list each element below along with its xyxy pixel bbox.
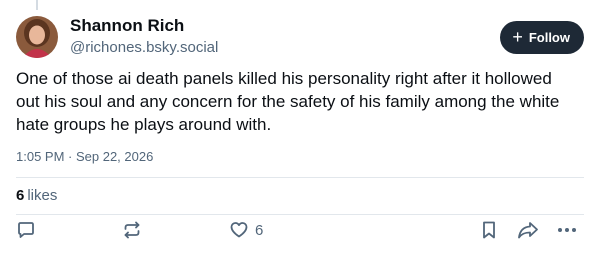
- like-count: 6: [255, 221, 264, 239]
- post-timestamp[interactable]: 1:05 PM · Sep 22, 2026: [16, 149, 153, 164]
- divider: [16, 214, 584, 215]
- post-actions: 6: [16, 219, 584, 241]
- follow-label: Follow: [528, 30, 570, 45]
- post-header: Shannon Rich @richones.bsky.social + Fol…: [16, 16, 584, 58]
- reply-icon: [18, 222, 34, 238]
- likes-word: likes: [27, 187, 58, 204]
- heart-icon: [230, 222, 248, 238]
- repost-icon: [124, 221, 140, 239]
- share-button[interactable]: [517, 219, 539, 241]
- bookmark-button[interactable]: [479, 219, 499, 241]
- thread-line: [36, 0, 38, 10]
- more-icon: [558, 228, 576, 232]
- author-display-name[interactable]: Shannon Rich: [70, 16, 218, 36]
- follow-plus-icon: +: [512, 27, 523, 47]
- follow-button[interactable]: + Follow: [500, 21, 584, 54]
- avatar[interactable]: [16, 16, 58, 58]
- divider: [16, 177, 584, 178]
- repost-button[interactable]: [122, 219, 142, 241]
- author-handle[interactable]: @richones.bsky.social: [70, 38, 218, 58]
- like-button[interactable]: 6: [229, 219, 263, 241]
- more-options-button[interactable]: [556, 219, 578, 241]
- likes-count: 6: [16, 187, 25, 204]
- reply-button[interactable]: [16, 219, 36, 241]
- post-text: One of those ai death panels killed his …: [16, 69, 560, 134]
- likes-summary[interactable]: 6 likes: [16, 187, 57, 204]
- share-icon: [518, 222, 538, 239]
- author-names: Shannon Rich @richones.bsky.social: [70, 16, 218, 58]
- bookmark-icon: [483, 221, 495, 239]
